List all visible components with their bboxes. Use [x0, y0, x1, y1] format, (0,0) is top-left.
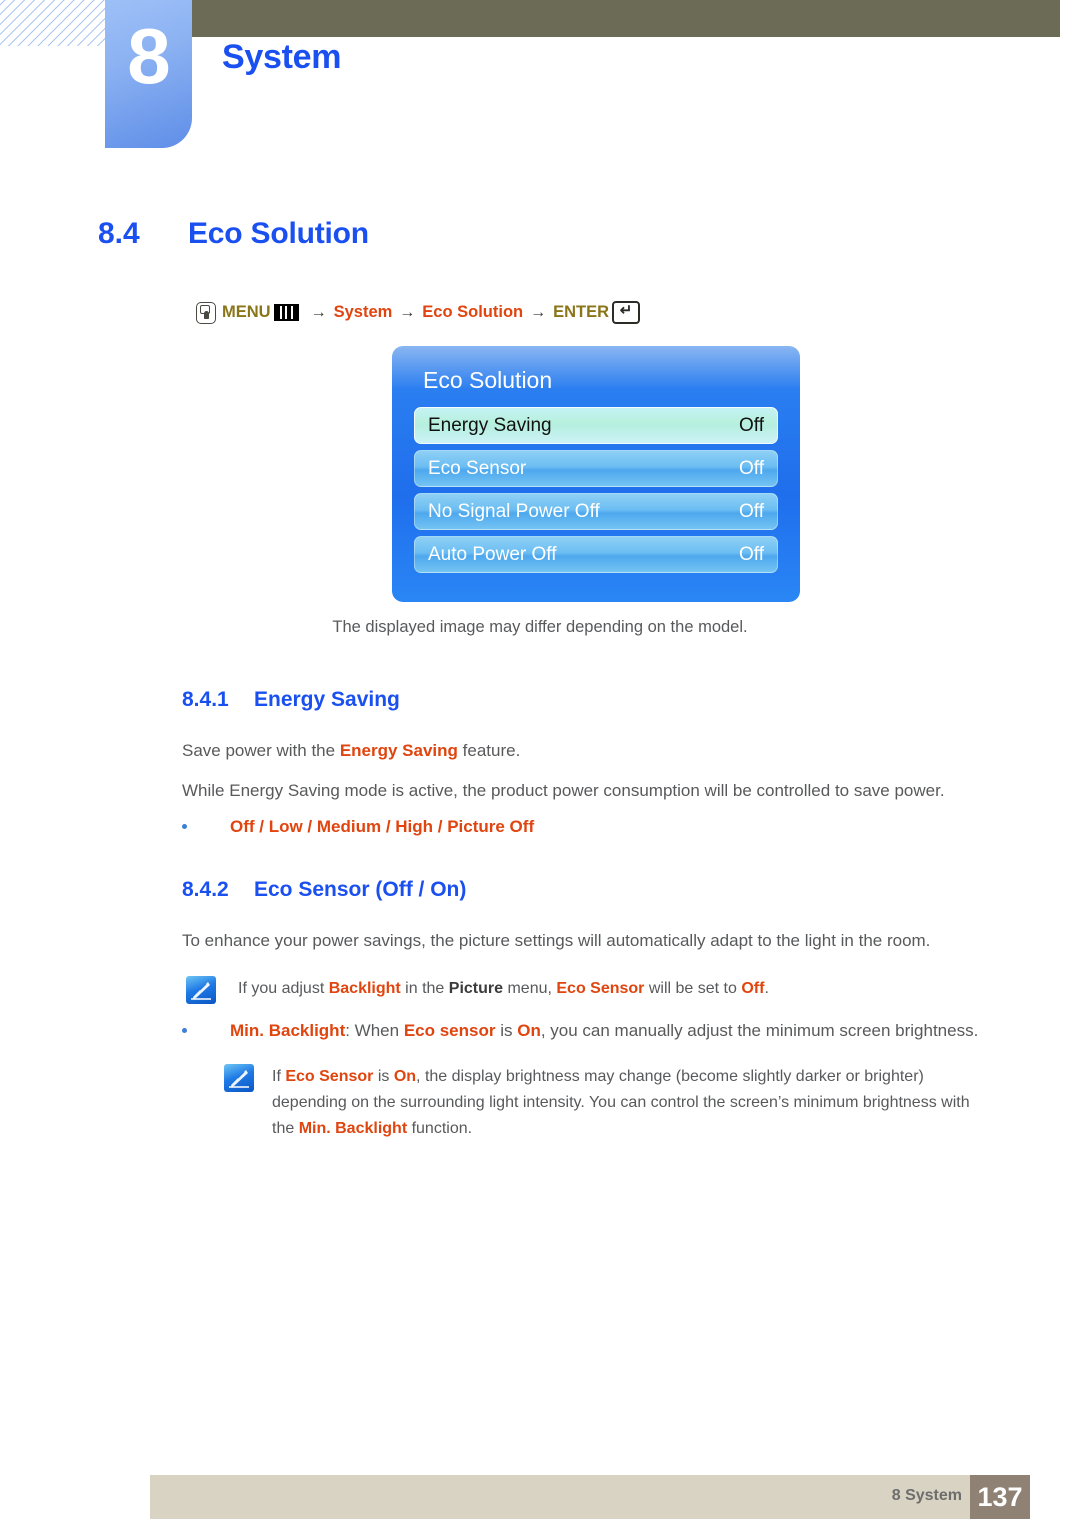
note-pen-icon [186, 976, 216, 1004]
footer-band: 8 System 137 [150, 1475, 1030, 1519]
bullet-marker [182, 815, 230, 840]
breadcrumb-arrow-2: → [399, 303, 416, 321]
osd-row-label: No Signal Power Off [428, 500, 600, 522]
osd-menu-title: Eco Solution [423, 367, 553, 393]
breadcrumb: MENU → System → Eco Solution → ENTER ↵ [196, 301, 641, 324]
osd-row-value: Off [739, 543, 764, 565]
section-title: Eco Solution [188, 217, 369, 250]
osd-row-label: Energy Saving [428, 414, 552, 436]
text-fragment: Save power with the [182, 741, 340, 760]
chapter-title: System [222, 38, 342, 76]
subsection-title: Eco Sensor (Off / On) [254, 878, 467, 901]
bullet-min-backlight: Min. Backlight: When Eco sensor is On, y… [182, 1019, 1022, 1044]
bullet-text: Off / Low / Medium / High / Picture Off [230, 815, 534, 840]
note-pen-icon [224, 1064, 254, 1092]
subsection-heading-841: 8.4.1 Energy Saving [182, 688, 400, 712]
osd-row-value: Off [739, 414, 764, 436]
note-text: If you adjust Backlight in the Picture m… [238, 980, 769, 997]
osd-row-auto-power-off[interactable]: Auto Power Off Off [414, 536, 778, 573]
chapter-number: 8 [127, 12, 170, 100]
footer-chapter-label: 8 System [891, 1487, 962, 1504]
remote-button-press-icon [196, 301, 216, 324]
breadcrumb-menu-label: MENU [222, 303, 271, 321]
osd-row-no-signal-power-off[interactable]: No Signal Power Off Off [414, 493, 778, 530]
osd-row-value: Off [739, 500, 764, 522]
bullet-marker [182, 1019, 230, 1044]
note-backlight: If you adjust Backlight in the Picture m… [186, 976, 976, 1004]
enter-key-icon: ↵ [612, 301, 641, 324]
subsection-title: Energy Saving [254, 688, 400, 711]
decorative-hatch-pattern [0, 0, 108, 46]
header-band [190, 0, 1060, 37]
section-heading: 8.4 Eco Solution [98, 217, 369, 251]
breadcrumb-node-system: System [333, 303, 393, 321]
chapter-tab: 8 [105, 0, 192, 148]
subsection-heading-842: 8.4.2 Eco Sensor (Off / On) [182, 878, 466, 902]
osd-row-value: Off [739, 457, 764, 479]
page-number: 137 [970, 1475, 1030, 1519]
breadcrumb-enter-label: ENTER [553, 303, 610, 321]
paragraph-energy-saving-mode: While Energy Saving mode is active, the … [182, 781, 945, 800]
subsection-number: 8.4.1 [182, 688, 229, 711]
osd-row-energy-saving[interactable]: Energy Saving Off [414, 407, 778, 444]
subsection-number: 8.4.2 [182, 878, 229, 901]
osd-row-eco-sensor[interactable]: Eco Sensor Off [414, 450, 778, 487]
breadcrumb-node-eco-solution: Eco Solution [422, 303, 524, 321]
breadcrumb-arrow-1: → [310, 303, 327, 321]
emphasis-options: Off / Low / Medium / High / Picture Off [230, 817, 535, 836]
osd-row-label: Eco Sensor [428, 457, 527, 479]
emphasis-energy-saving: Energy Saving [339, 741, 458, 760]
bullet-text: Min. Backlight: When Eco sensor is On, y… [230, 1021, 979, 1040]
paragraph-save-power: Save power with the Energy Saving featur… [182, 739, 982, 764]
note-eco-sensor-brightness: If Eco Sensor is On, the display brightn… [224, 1064, 984, 1142]
osd-row-label: Auto Power Off [428, 543, 557, 565]
osd-menu-panel: Eco Solution Energy Saving Off Eco Senso… [392, 346, 800, 602]
note-text: If Eco Sensor is On, the display brightn… [272, 1068, 970, 1137]
figure-caption: The displayed image may differ depending… [332, 618, 748, 636]
menu-bars-icon [273, 304, 299, 321]
text-fragment: feature. [457, 741, 521, 760]
bullet-energy-saving-options: Off / Low / Medium / High / Picture Off [182, 815, 882, 840]
breadcrumb-arrow-3: → [530, 303, 547, 321]
paragraph-enhance-power-savings: To enhance your power savings, the pictu… [182, 931, 931, 950]
section-number: 8.4 [98, 217, 140, 250]
